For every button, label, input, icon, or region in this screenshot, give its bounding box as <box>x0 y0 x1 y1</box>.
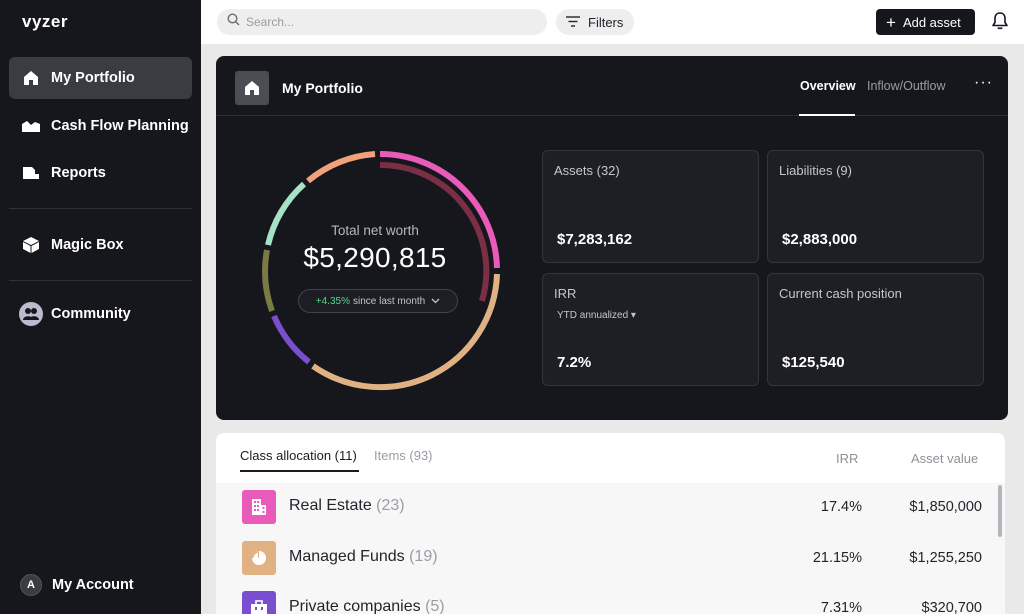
sidebar-item-cash-flow-planning[interactable]: Cash Flow Planning <box>9 105 192 147</box>
liabilities-card[interactable]: Liabilities (9) $2,883,000 <box>767 150 984 263</box>
search-icon <box>227 13 240 31</box>
search-input[interactable] <box>246 15 526 29</box>
portfolio-title: My Portfolio <box>282 80 363 96</box>
row-irr: 17.4% <box>820 499 862 515</box>
tab-active-indicator <box>240 470 359 472</box>
table-row[interactable]: Managed Funds (19) 21.15% $1,255,250 <box>216 534 996 584</box>
pie-chart-icon <box>242 541 276 575</box>
sidebar-divider <box>9 280 192 281</box>
tab-class-allocation[interactable]: Class allocation (11) <box>240 448 357 463</box>
liabilities-value: $2,883,000 <box>782 231 858 248</box>
cash-position-label: Current cash position <box>779 286 902 301</box>
community-icon <box>19 302 43 326</box>
table-scrollbar[interactable] <box>998 485 1002 537</box>
add-asset-label: Add asset <box>902 14 961 30</box>
add-asset-button[interactable]: + Add asset <box>876 9 975 35</box>
row-irr: 21.15% <box>812 550 862 566</box>
box-icon <box>21 235 41 255</box>
sidebar-item-reports[interactable]: Reports <box>9 152 192 194</box>
row-asset-value: $1,850,000 <box>909 499 982 515</box>
notification-bell-icon[interactable] <box>990 11 1010 31</box>
area-chart-icon <box>21 116 41 136</box>
assets-value: $7,283,162 <box>557 231 633 248</box>
sidebar-item-magic-box[interactable]: Magic Box <box>9 224 192 266</box>
search-box[interactable] <box>217 9 547 35</box>
report-icon <box>21 163 41 183</box>
tab-active-indicator <box>799 114 855 116</box>
sidebar-item-label: Cash Flow Planning <box>51 118 189 134</box>
cash-position-value: $125,540 <box>782 354 845 371</box>
net-worth-value: $5,290,815 <box>303 242 447 273</box>
cash-position-card[interactable]: Current cash position $125,540 <box>767 273 984 386</box>
net-worth-change-dropdown[interactable]: +4.35% since last month <box>298 289 458 313</box>
row-name: Managed Funds (19) <box>289 548 438 565</box>
tab-items[interactable]: Items (93) <box>374 448 433 463</box>
sidebar: vyzer My Portfolio Cash Flow Planning Re… <box>0 0 201 614</box>
chevron-down-icon <box>431 296 440 306</box>
net-worth-change-percent: +4.35% <box>315 295 350 307</box>
sidebar-item-label: Reports <box>51 165 106 181</box>
more-options-icon[interactable]: ··· <box>974 74 993 92</box>
irr-period-dropdown[interactable]: YTD annualized ▾ <box>557 310 636 321</box>
row-irr: 7.31% <box>820 600 862 614</box>
top-bar: Filters + Add asset <box>201 0 1024 44</box>
allocation-table: Class allocation (11) Items (93) IRR Ass… <box>216 433 1005 614</box>
column-header-asset-value[interactable]: Asset value <box>911 451 978 466</box>
table-row[interactable]: Real Estate (23) 17.4% $1,850,000 <box>216 483 996 533</box>
net-worth-label: Total net worth <box>331 223 419 238</box>
sidebar-item-label: Magic Box <box>51 237 124 253</box>
home-icon <box>21 68 41 88</box>
portfolio-card-header: My Portfolio Overview Inflow/Outflow ··· <box>216 56 1008 116</box>
tab-inflow-outflow[interactable]: Inflow/Outflow <box>867 79 946 93</box>
sidebar-item-label: My Portfolio <box>51 70 135 86</box>
filters-label: Filters <box>588 14 624 30</box>
row-asset-value: $320,700 <box>921 600 982 614</box>
donut-segment-peach <box>306 151 376 184</box>
irr-card[interactable]: IRR YTD annualized ▾ 7.2% <box>542 273 759 386</box>
sidebar-item-community[interactable]: Community <box>9 293 192 335</box>
briefcase-icon <box>242 591 276 614</box>
column-header-irr[interactable]: IRR <box>836 451 858 466</box>
sidebar-item-my-account[interactable]: A My Account <box>9 564 192 606</box>
liabilities-label: Liabilities (9) <box>779 163 852 178</box>
app-logo[interactable]: vyzer <box>22 12 68 32</box>
plus-icon: + <box>886 12 896 32</box>
table-row[interactable]: Private companies (5) 7.31% $320,700 <box>216 584 996 614</box>
filters-button[interactable]: Filters <box>556 9 634 35</box>
sidebar-item-my-portfolio[interactable]: My Portfolio <box>9 57 192 99</box>
home-icon <box>235 71 269 105</box>
account-avatar: A <box>20 574 42 596</box>
filter-icon <box>566 15 580 30</box>
portfolio-card: My Portfolio Overview Inflow/Outflow ···… <box>216 56 1008 420</box>
sidebar-divider <box>9 208 192 209</box>
row-asset-value: $1,255,250 <box>909 550 982 566</box>
row-name: Real Estate (23) <box>289 497 405 514</box>
assets-card[interactable]: Assets (32) $7,283,162 <box>542 150 759 263</box>
tab-overview[interactable]: Overview <box>800 79 856 93</box>
irr-label: IRR <box>554 286 577 301</box>
donut-segment-private-companies <box>271 314 311 365</box>
building-icon <box>242 490 276 524</box>
net-worth-change-text: since last month <box>352 295 426 307</box>
irr-value: 7.2% <box>557 354 592 371</box>
sidebar-item-label: Community <box>51 306 131 322</box>
row-name: Private companies (5) <box>289 598 445 614</box>
assets-label: Assets (32) <box>554 163 620 178</box>
sidebar-item-label: My Account <box>52 577 134 593</box>
